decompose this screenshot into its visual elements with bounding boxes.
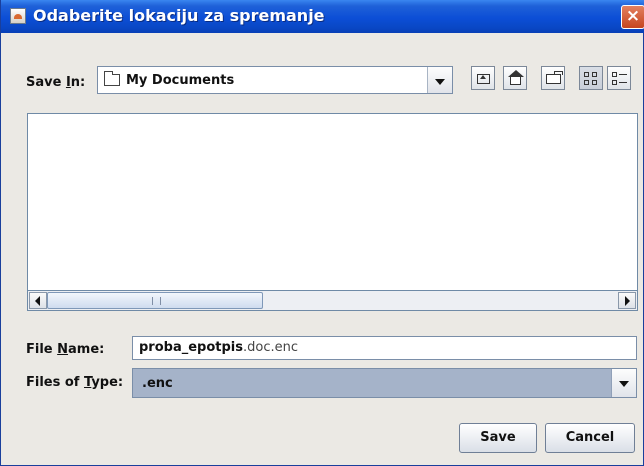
save-in-value: My Documents xyxy=(126,73,235,88)
title-bar[interactable]: Odaberite lokaciju za spremanje × xyxy=(1,0,644,33)
file-name-extension: .doc.enc xyxy=(243,340,299,355)
scroll-left-button[interactable] xyxy=(29,292,47,309)
up-one-level-button[interactable] xyxy=(471,66,495,90)
folder-icon xyxy=(104,71,120,86)
chevron-down-icon[interactable] xyxy=(427,67,452,93)
files-of-type-label: Files of Type: xyxy=(26,375,124,390)
save-in-combo[interactable]: My Documents xyxy=(97,66,453,94)
grip-icon xyxy=(152,297,161,305)
new-folder-icon xyxy=(546,74,561,84)
close-button[interactable]: × xyxy=(621,5,644,29)
horizontal-scrollbar[interactable] xyxy=(27,291,638,311)
home-button[interactable] xyxy=(503,66,527,90)
list-view-button[interactable] xyxy=(579,66,603,90)
save-in-label: Save In: xyxy=(26,75,86,90)
window-title: Odaberite lokaciju za spremanje xyxy=(33,6,325,25)
cancel-button[interactable]: Cancel xyxy=(545,423,635,453)
file-name-label: File Name: xyxy=(26,342,105,357)
java-app-icon xyxy=(10,8,26,24)
save-button[interactable]: Save xyxy=(459,423,537,453)
file-name-input[interactable]: proba_epotpis.doc.enc xyxy=(132,336,637,360)
home-icon xyxy=(510,76,521,85)
details-view-button[interactable] xyxy=(607,66,631,90)
file-name-base: proba_epotpis xyxy=(139,340,243,355)
file-list[interactable] xyxy=(27,113,638,291)
chevron-down-icon[interactable] xyxy=(611,369,636,397)
files-of-type-combo[interactable]: .enc xyxy=(132,368,637,398)
files-of-type-value: .enc xyxy=(142,376,173,391)
close-icon: × xyxy=(625,6,641,26)
scroll-thumb[interactable] xyxy=(47,292,263,309)
save-dialog: Odaberite lokaciju za spremanje × Save I… xyxy=(0,0,644,466)
new-folder-button[interactable] xyxy=(541,66,565,90)
scroll-right-button[interactable] xyxy=(618,292,636,309)
